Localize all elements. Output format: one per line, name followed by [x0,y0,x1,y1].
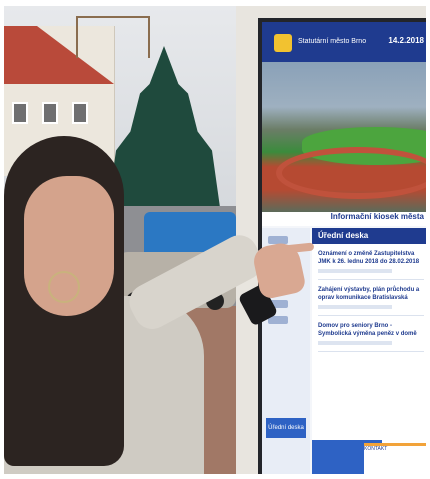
item-snippet [318,341,393,345]
city-name: Statutární město Brno [298,38,367,45]
item-snippet [318,305,393,309]
kiosk-header: Statutární město Brno 14.2.2018 [262,22,426,62]
notice-board-button[interactable]: Úřední deska [266,418,306,438]
stadium-photo [262,62,426,212]
kiosk-title: Informační kiosek města [262,212,426,226]
item-title: Domov pro seniory Brno - Symbolická výmě… [318,323,417,337]
item-title: Zahájení výstavby, plán průchodu a oprav… [318,287,420,301]
contact-card[interactable]: KONTAKT [364,443,426,474]
item-snippet [318,269,393,273]
kiosk-date: 14.2.2018 [388,36,424,45]
photo: Statutární město Brno 14.2.2018 Informač… [4,6,426,474]
list-item[interactable]: Zahájení výstavby, plán průchodu a oprav… [318,286,424,316]
scaffolding [76,16,150,58]
city-logo-icon [274,34,292,52]
window [42,102,58,124]
kiosk-content: Úřední deska Oznámení o změně Zastupitel… [312,228,426,474]
item-title: Oznámení o změně Zastupitelstva JMK k 26… [318,251,420,265]
running-track [276,147,426,199]
list-item[interactable]: Domov pro seniory Brno - Symbolická výmě… [318,322,424,352]
window [72,102,88,124]
list-item[interactable]: Oznámení o změně Zastupitelstva JMK k 26… [318,250,424,280]
section-title: Úřední deska [312,228,426,244]
window [12,102,28,124]
hoop-earring [48,271,80,303]
